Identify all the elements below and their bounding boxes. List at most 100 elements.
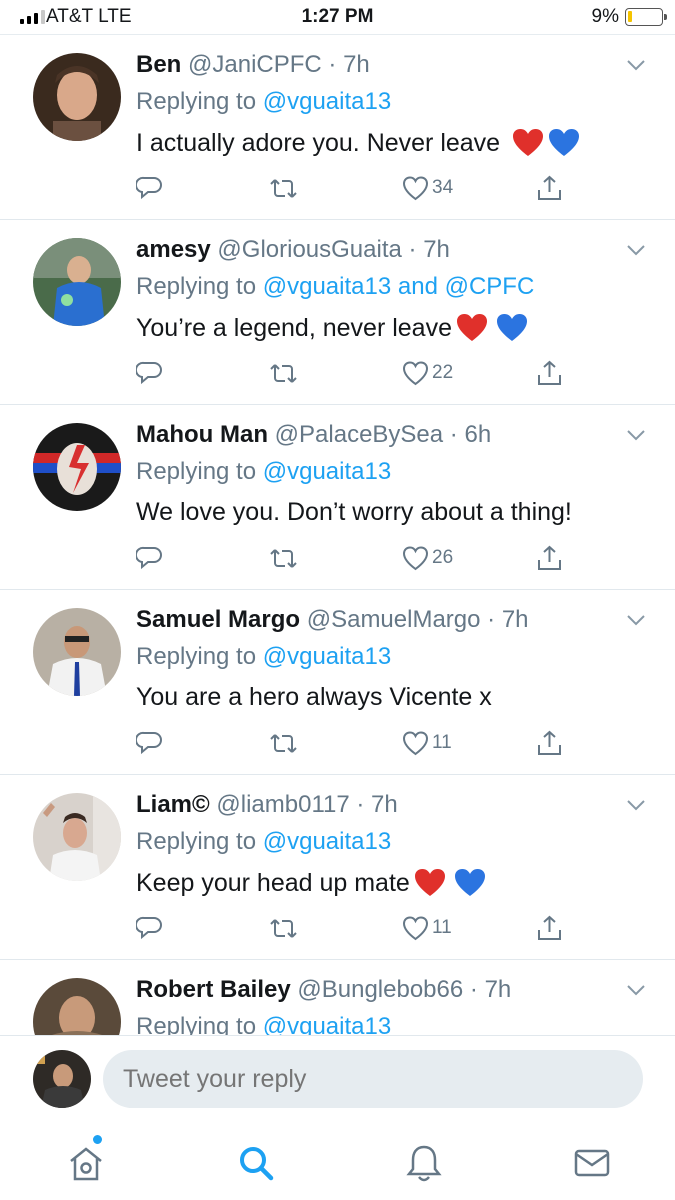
display-name[interactable]: Samuel Margo (136, 606, 300, 633)
display-name[interactable]: amesy (136, 236, 211, 263)
separator-dot: · (480, 606, 502, 633)
like-count: 11 (432, 732, 452, 753)
share-icon (538, 360, 561, 385)
tweet-header: Ben @JaniCPFC · 7h (136, 51, 370, 79)
display-name[interactable]: Mahou Man (136, 421, 268, 448)
tweet-header: Robert Bailey @Bunglebob66 · 7h (136, 976, 511, 1004)
tweet[interactable]: amesy @GloriousGuaita · 7h Replying to @… (0, 220, 675, 405)
timestamp: 6h (464, 421, 492, 448)
chevron-down-icon[interactable] (625, 57, 647, 73)
reply-button[interactable] (136, 173, 163, 203)
like-button[interactable]: 34 (402, 173, 453, 203)
tweet[interactable]: Mahou Man @PalaceBySea · 6h Replying to … (0, 405, 675, 590)
reply-button[interactable] (136, 728, 163, 758)
reply-button[interactable] (136, 358, 163, 388)
red-heart-icon (414, 869, 445, 896)
reply-button[interactable] (136, 913, 163, 943)
reply-feed[interactable]: Ben @JaniCPFC · 7h Replying to @vguaita1… (0, 34, 675, 1035)
replying-prefix: Replying to (136, 643, 263, 670)
replying-to: Replying to @vguaita13 (136, 458, 391, 486)
red-heart-icon (456, 314, 487, 341)
replying-to: Replying to @vguaita13 and @CPFC (136, 273, 534, 301)
replying-to: Replying to @vguaita13 (136, 828, 391, 856)
tweet-body: I actually adore you. Never leave (136, 128, 501, 157)
replying-prefix: Replying to (136, 828, 263, 855)
share-button[interactable] (536, 358, 563, 388)
avatar[interactable] (33, 423, 121, 511)
avatar[interactable] (33, 978, 121, 1035)
tweet-body: You are a hero always Vicente x (136, 683, 492, 711)
reply-input[interactable] (103, 1050, 643, 1108)
avatar[interactable] (33, 53, 121, 141)
retweet-button[interactable] (270, 913, 297, 943)
my-avatar[interactable] (33, 1050, 91, 1108)
retweet-button[interactable] (270, 173, 297, 203)
red-heart-icon (513, 129, 544, 156)
display-name[interactable]: Robert Bailey (136, 976, 291, 1003)
tweet[interactable]: Samuel Margo @SamuelMargo · 7h Replying … (0, 590, 675, 775)
like-button[interactable]: 11 (402, 728, 452, 758)
share-icon (538, 175, 561, 200)
chevron-down-icon[interactable] (625, 427, 647, 443)
tweet-header: Liam© @liamb0117 · 7h (136, 791, 398, 819)
share-icon (538, 730, 561, 755)
like-button[interactable]: 22 (402, 358, 453, 388)
share-icon (538, 915, 561, 940)
retweet-button[interactable] (270, 728, 297, 758)
replying-to-link[interactable]: @vguaita13 (263, 88, 391, 115)
replying-to-link[interactable]: @vguaita13 (263, 458, 391, 485)
chevron-down-icon[interactable] (625, 797, 647, 813)
user-handle[interactable]: @GloriousGuaita (217, 236, 401, 263)
replying-to-link[interactable]: @vguaita13 and @CPFC (263, 273, 535, 300)
display-name[interactable]: Ben (136, 51, 181, 78)
chevron-down-icon[interactable] (625, 612, 647, 628)
blue-heart-icon (454, 869, 485, 896)
reply-icon (136, 731, 162, 754)
tab-messages[interactable] (570, 1141, 614, 1185)
mail-icon (574, 1149, 610, 1177)
retweet-icon (270, 363, 297, 383)
replying-prefix: Replying to (136, 273, 263, 300)
separator-dot: · (321, 51, 344, 78)
share-button[interactable] (536, 173, 563, 203)
reply-button[interactable] (136, 543, 163, 573)
tweet-body: You’re a legend, never leave (136, 313, 452, 342)
tab-bar (0, 1125, 675, 1200)
user-handle[interactable]: @JaniCPFC (188, 51, 322, 78)
tab-notifications[interactable] (402, 1141, 446, 1185)
like-count: 34 (432, 177, 454, 198)
user-handle[interactable]: @SamuelMargo (307, 606, 481, 633)
timestamp: 7h (371, 791, 398, 818)
tweet-header: Samuel Margo @SamuelMargo · 7h (136, 606, 529, 634)
tweet[interactable]: Robert Bailey @Bunglebob66 · 7h Replying… (0, 960, 675, 1035)
share-button[interactable] (536, 913, 563, 943)
display-name[interactable]: Liam© (136, 791, 210, 818)
chevron-down-icon[interactable] (625, 982, 647, 998)
user-handle[interactable]: @liamb0117 (216, 791, 349, 818)
share-button[interactable] (536, 543, 563, 573)
chevron-down-icon[interactable] (625, 242, 647, 258)
battery-percent: 9% (591, 6, 619, 27)
tab-search[interactable] (234, 1141, 278, 1185)
avatar[interactable] (33, 238, 121, 326)
tweet[interactable]: Liam© @liamb0117 · 7h Replying to @vguai… (0, 775, 675, 960)
tweet-body: Keep your head up mate (136, 868, 410, 897)
like-button[interactable]: 26 (402, 543, 453, 573)
user-handle[interactable]: @PalaceBySea (275, 421, 443, 448)
share-button[interactable] (536, 728, 563, 758)
like-button[interactable]: 11 (402, 913, 452, 943)
avatar[interactable] (33, 608, 121, 696)
replying-to-link[interactable]: @vguaita13 (263, 1013, 391, 1035)
home-icon (70, 1147, 102, 1181)
avatar[interactable] (33, 793, 121, 881)
retweet-button[interactable] (270, 543, 297, 573)
replying-to-link[interactable]: @vguaita13 (263, 828, 391, 855)
tweet[interactable]: Ben @JaniCPFC · 7h Replying to @vguaita1… (0, 35, 675, 220)
reply-icon (136, 176, 162, 199)
user-handle[interactable]: @Bunglebob66 (297, 976, 463, 1003)
tweet-body: We love you. Don’t worry about a thing! (136, 498, 572, 526)
replying-to: Replying to @vguaita13 (136, 1013, 391, 1035)
replying-to-link[interactable]: @vguaita13 (263, 643, 391, 670)
tab-home[interactable] (64, 1141, 108, 1185)
retweet-button[interactable] (270, 358, 297, 388)
